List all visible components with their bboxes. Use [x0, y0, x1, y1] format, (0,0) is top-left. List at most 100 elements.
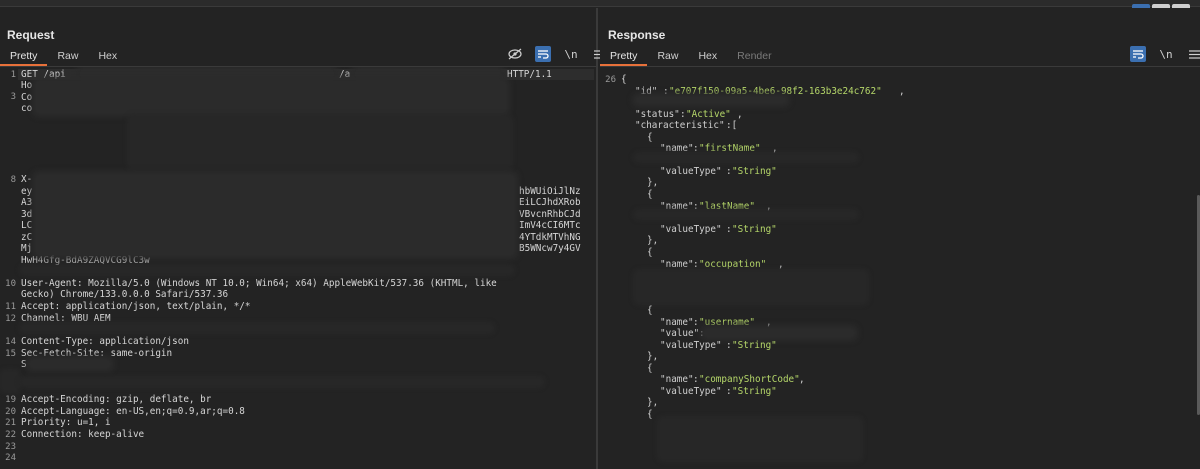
word-wrap-icon[interactable] [1130, 46, 1146, 62]
json-value-name: "username" [699, 317, 755, 328]
menu-icon[interactable] [1186, 46, 1200, 62]
json-value-string: "String" [732, 386, 777, 397]
hide-nonprintable-icon[interactable] [507, 46, 523, 62]
json-key: "valueType" [660, 166, 722, 177]
json-brace: { [647, 305, 653, 316]
json-comma: , [778, 259, 784, 270]
newline-toggle[interactable]: \n [563, 46, 579, 62]
newline-toggle[interactable]: \n [1158, 46, 1174, 62]
request-pane: Request Pretty Raw Hex \n 1 3 8 10 11 12… [0, 8, 605, 469]
json-value-string: "String" [732, 166, 777, 177]
token-fragment: B5WNcw7y4GV [519, 243, 581, 254]
line-number: 23 [5, 442, 16, 452]
request-line: Priority: u=1, i [21, 417, 111, 428]
request-line: HwH4Gfg-BdA9ZAQVCG9lC3w [21, 255, 150, 266]
tab-hex[interactable]: Hex [88, 48, 127, 66]
json-comma: , [799, 374, 805, 385]
redacted-region [636, 97, 786, 103]
json-colon: : [726, 166, 732, 177]
json-value-name: "companyShortCode" [699, 374, 800, 385]
json-brace: { [647, 132, 653, 143]
tab-pretty[interactable]: Pretty [0, 48, 48, 66]
json-value-status: "Active" [686, 109, 731, 120]
request-tabs: Pretty Raw Hex [0, 48, 127, 66]
top-toolbar [0, 0, 1200, 18]
response-title: Response [608, 28, 666, 42]
request-line: Accept: application/json, text/plain, */… [21, 301, 251, 312]
redacted-region [636, 155, 856, 160]
json-value-name: "firstName" [699, 143, 761, 154]
redacted-region [22, 325, 492, 331]
request-line: Accept-Encoding: gzip, deflate, br [21, 394, 212, 405]
json-comma: , [772, 143, 778, 154]
response-editor[interactable]: 26 { "id" : "e707f150-09a5-4be6-98f2-163… [600, 66, 1200, 469]
line-number: 15 [5, 349, 16, 359]
tab-pretty[interactable]: Pretty [600, 48, 648, 66]
json-brace: { [647, 247, 653, 258]
request-line: Content-Type: application/json [21, 336, 189, 347]
json-colon: : [693, 317, 699, 328]
json-colon: : [726, 386, 732, 397]
response-tools: \n [1130, 46, 1200, 62]
json-key: "id" [635, 86, 658, 97]
line-number: 24 [5, 453, 16, 463]
json-colon: : [680, 109, 686, 120]
redacted-region [80, 69, 334, 79]
request-editor[interactable]: 1 3 8 10 11 12 14 15 19 20 21 22 23 24 G… [0, 66, 596, 469]
request-line: A3 [21, 197, 33, 208]
tab-raw[interactable]: Raw [647, 48, 688, 66]
request-line: Channel: WBU AEM [21, 313, 111, 324]
line-number: 11 [5, 302, 16, 312]
line-number: 1 [10, 70, 16, 80]
json-value-string: "String" [732, 224, 777, 235]
request-tools: \n [507, 46, 607, 62]
json-bracket: :[ [726, 120, 738, 131]
json-open-brace: { [621, 74, 627, 85]
request-line: Accept-Language: en-US,en;q=0.9,ar;q=0.8 [21, 406, 245, 417]
tab-raw[interactable]: Raw [47, 48, 88, 66]
word-wrap-icon[interactable] [535, 46, 551, 62]
response-tabs: Pretty Raw Hex Render [600, 48, 782, 66]
json-key: "value" [660, 328, 700, 339]
tab-render[interactable]: Render [727, 48, 781, 66]
request-line: ey [21, 186, 33, 197]
json-key: "name" [660, 374, 694, 385]
redacted-region [22, 379, 542, 385]
json-brace: { [647, 363, 653, 374]
line-number: 10 [5, 279, 16, 289]
redacted-region [636, 212, 856, 217]
request-line: Co [21, 92, 33, 103]
json-brace: { [647, 409, 653, 420]
json-key: "name" [660, 143, 694, 154]
request-line: Ho [21, 80, 33, 91]
tab-hex[interactable]: Hex [688, 48, 727, 66]
request-line: User-Agent: Mozilla/5.0 (Windows NT 10.0… [21, 278, 497, 289]
json-colon: : [726, 340, 732, 351]
json-comma: , [766, 201, 772, 212]
json-value-name: "occupation" [699, 259, 767, 270]
line-number: 14 [5, 337, 16, 347]
request-line: S [21, 359, 27, 370]
token-fragment: EiLCJhdXRob [519, 197, 581, 208]
redacted-region [30, 360, 110, 368]
json-key: "valueType" [660, 340, 722, 351]
json-comma: , [737, 109, 743, 120]
request-line: LC [21, 220, 33, 231]
json-colon: : [663, 86, 669, 97]
redacted-region [36, 175, 514, 255]
json-colon: : [693, 374, 699, 385]
line-number: 20 [5, 407, 16, 417]
redacted-region [704, 329, 854, 337]
json-colon: : [693, 143, 699, 154]
request-line: 3d [21, 209, 33, 220]
line-number: 26 [605, 75, 616, 85]
line-number: 19 [5, 395, 16, 405]
redacted-region [22, 267, 512, 273]
json-colon: : [693, 201, 699, 212]
json-brace: }, [647, 397, 659, 408]
json-key: "status" [635, 109, 680, 120]
json-colon: : [693, 259, 699, 270]
token-fragment: hbWUiOiJlNz [519, 186, 581, 197]
request-line: Connection: keep-alive [21, 429, 145, 440]
redacted-region [130, 117, 510, 167]
